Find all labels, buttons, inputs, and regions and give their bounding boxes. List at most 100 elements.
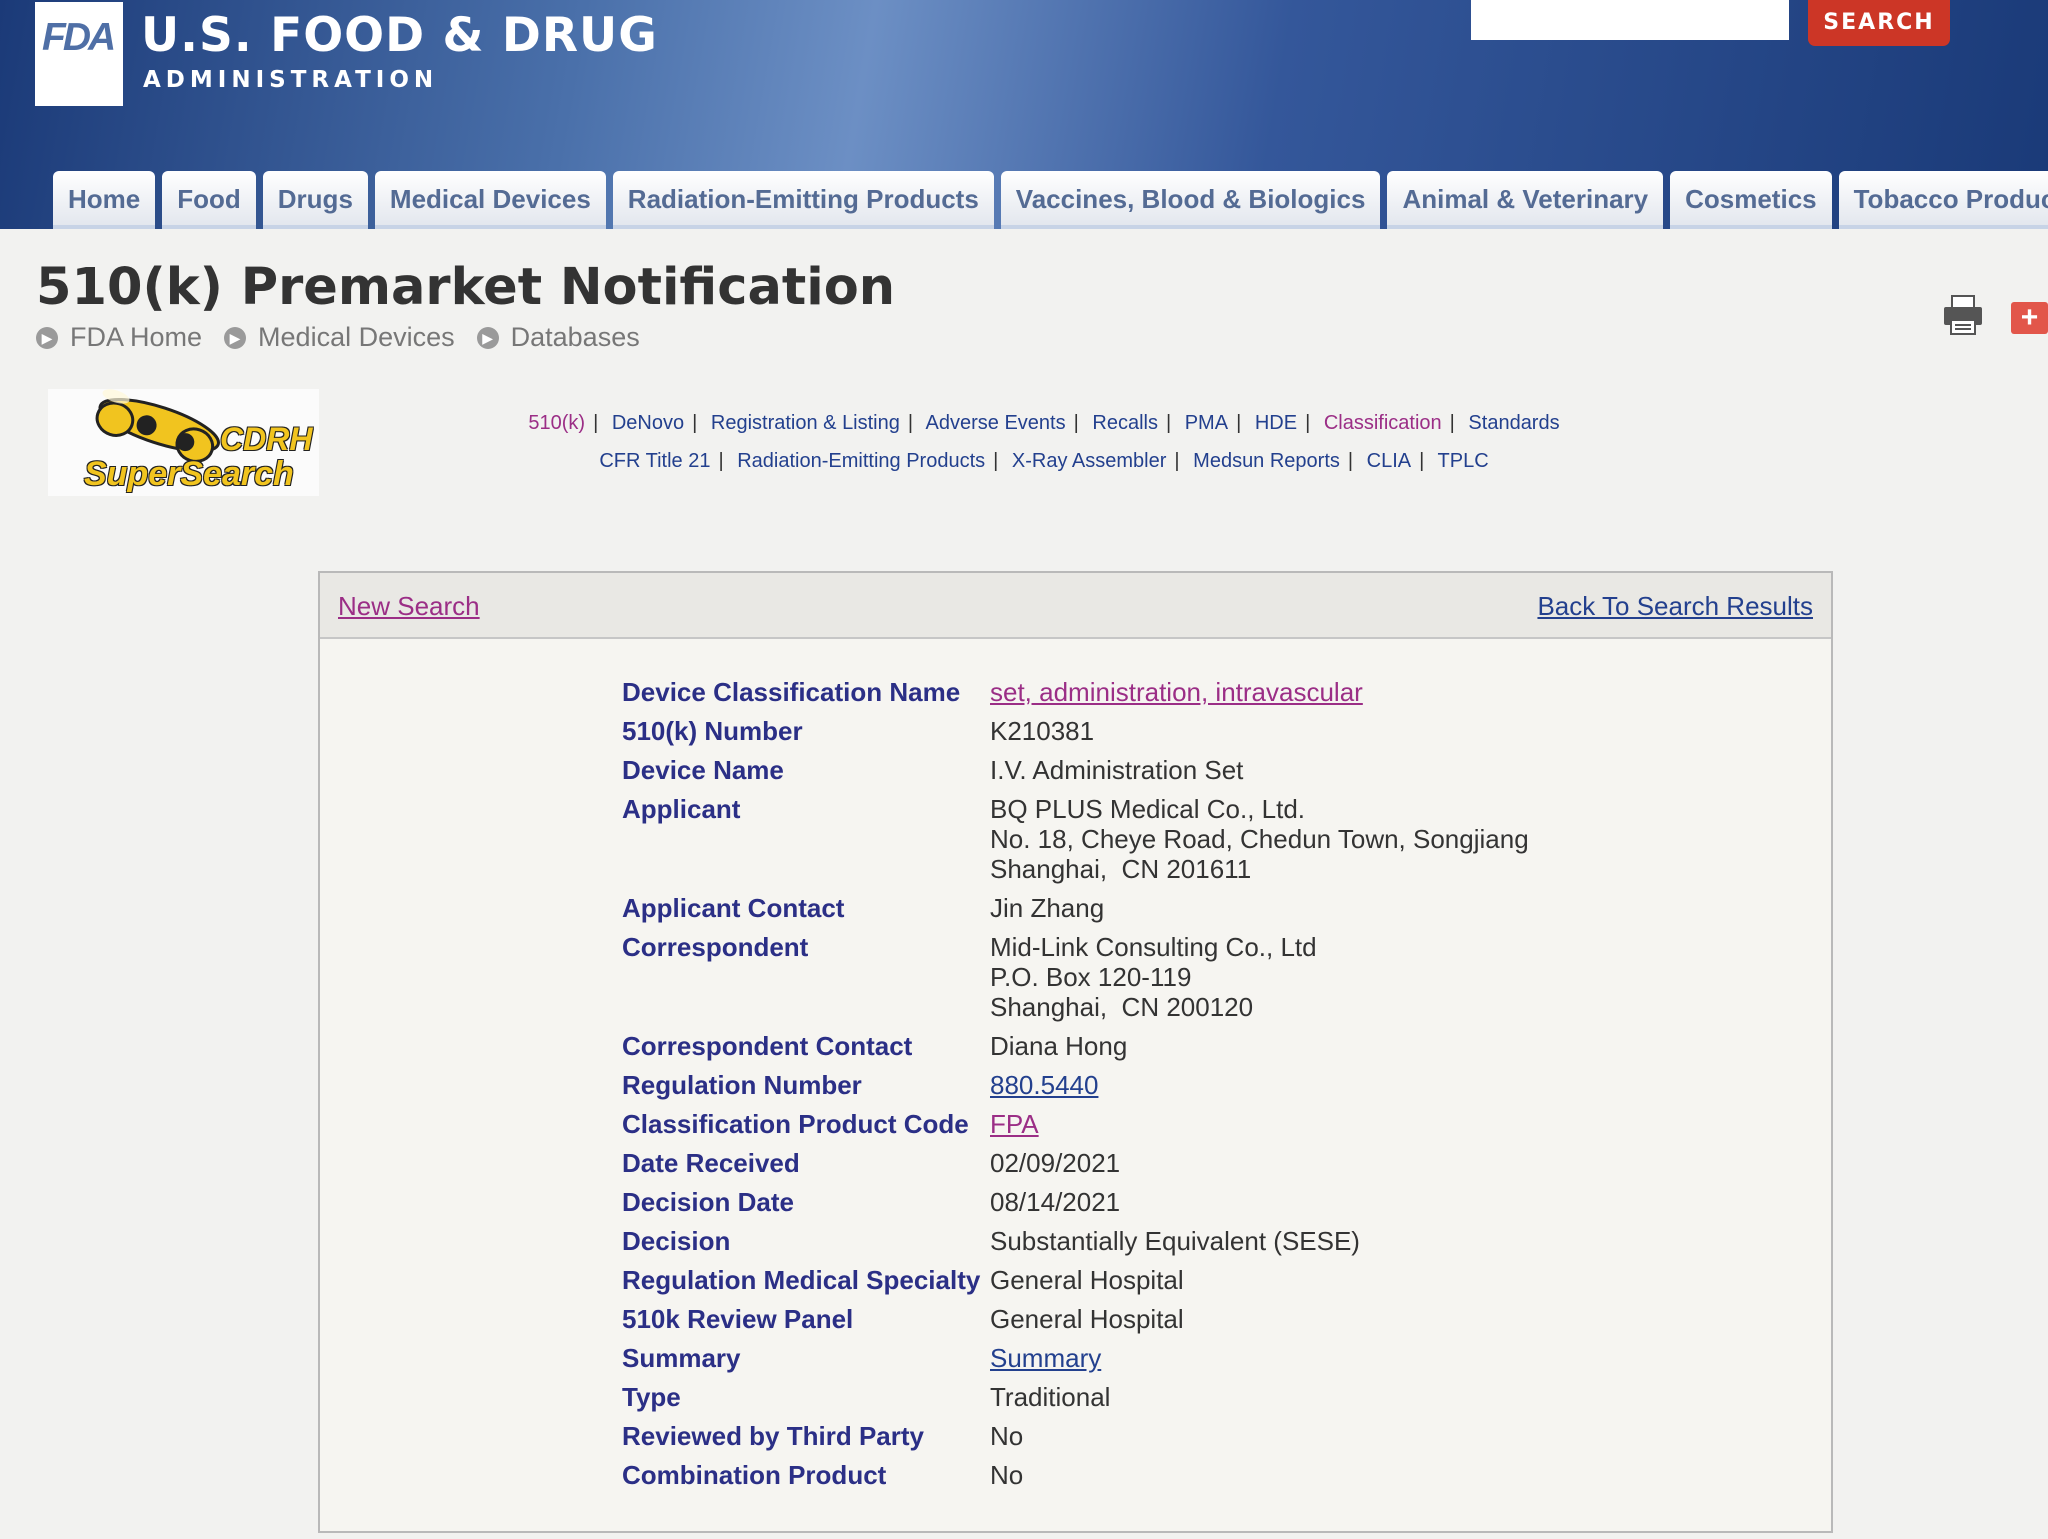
record-details: Device Classification Name set, administ… <box>622 677 1529 1499</box>
applicant-contact-value: Jin Zhang <box>990 893 1105 923</box>
db-link-standards[interactable]: Standards <box>1468 412 1559 434</box>
tab-radiation-emitting-products[interactable]: Radiation-Emitting Products <box>612 171 994 229</box>
separator: | <box>907 412 914 434</box>
fda-logo[interactable]: FDA <box>35 2 123 106</box>
separator: | <box>993 450 999 472</box>
applicant-line: BQ PLUS Medical Co., Ltd. <box>990 794 1306 824</box>
separator: | <box>1073 412 1079 434</box>
record-label: Applicant <box>622 794 741 824</box>
device-name-value: I.V. Administration Set <box>990 755 1244 785</box>
tab-food[interactable]: Food <box>162 171 256 229</box>
date-received-value: 02/09/2021 <box>990 1148 1121 1178</box>
tab-drugs[interactable]: Drugs <box>262 171 368 229</box>
separator: | <box>1236 412 1242 434</box>
applicant-value: BQ PLUS Medical Co., Ltd. No. 18, Cheye … <box>990 794 1529 884</box>
chevron-right-icon: ▶ <box>224 326 247 349</box>
record-label: Date Received <box>622 1148 800 1178</box>
record-label: Correspondent <box>622 932 809 962</box>
record-label: Reviewed by Third Party <box>622 1421 924 1451</box>
record-panel: New Search Back To Search Results Device… <box>318 571 1833 1533</box>
cdrh-supersearch-logo[interactable]: CDRH SuperSearch <box>48 389 319 496</box>
record-label: Device Name <box>622 755 784 785</box>
k-number-value: K210381 <box>990 716 1095 746</box>
record-row: Reviewed by Third Party No <box>622 1421 1529 1451</box>
record-row: Regulation Medical Specialty General Hos… <box>622 1265 1529 1295</box>
record-row: Summary Summary <box>622 1343 1529 1373</box>
db-link-clia[interactable]: CLIA <box>1367 450 1411 472</box>
separator: | <box>1165 412 1172 434</box>
record-label: Regulation Number <box>622 1070 862 1100</box>
correspondent-line: P.O. Box 120-119 <box>990 962 1192 992</box>
record-value: 880.5440 <box>990 1070 1098 1100</box>
search-button[interactable]: SEARCH <box>1808 0 1950 46</box>
separator: | <box>718 450 724 472</box>
db-link-radiation-emitting-products[interactable]: Radiation-Emitting Products <box>737 450 985 472</box>
db-link-denovo[interactable]: DeNovo <box>612 412 684 434</box>
tab-medical-devices[interactable]: Medical Devices <box>374 171 606 229</box>
tab-cosmetics[interactable]: Cosmetics <box>1670 171 1832 229</box>
db-link-hde[interactable]: HDE <box>1255 412 1297 434</box>
record-label: 510(k) Number <box>622 716 803 746</box>
record-value: set, administration, intravascular <box>990 677 1363 707</box>
db-link-recalls[interactable]: Recalls <box>1092 412 1158 434</box>
record-label: Summary <box>622 1343 741 1373</box>
db-link-cfr-title-21[interactable]: CFR Title 21 <box>599 450 710 472</box>
agency-name[interactable]: U.S. FOOD & DRUG <box>141 8 658 63</box>
correspondent-value: Mid-Link Consulting Co., Ltd P.O. Box 12… <box>990 932 1317 1022</box>
database-links-row2: CFR Title 21 | Radiation-Emitting Product… <box>0 450 2048 473</box>
db-link-tplc[interactable]: TPLC <box>1438 450 1489 472</box>
page-title: 510(k) Premarket Notification <box>36 258 896 317</box>
record-row: Applicant Contact Jin Zhang <box>622 893 1529 923</box>
correspondent-line: Mid-Link Consulting Co., Ltd <box>990 932 1317 962</box>
record-label: 510k Review Panel <box>622 1304 854 1334</box>
regulation-number-link[interactable]: 880.5440 <box>990 1070 1098 1100</box>
applicant-line: No. 18, Cheye Road, Chedun Town, Songjia… <box>990 824 1529 854</box>
back-to-search-results-link[interactable]: Back To Search Results <box>1537 591 1813 622</box>
tab-vaccines-blood-biologics[interactable]: Vaccines, Blood & Biologics <box>1000 171 1381 229</box>
summary-link[interactable]: Summary <box>990 1343 1101 1373</box>
tab-home[interactable]: Home <box>53 171 156 229</box>
tab-tobacco-products[interactable]: Tobacco Products <box>1838 171 2048 229</box>
record-label: Applicant Contact <box>622 893 845 923</box>
separator: | <box>692 412 698 434</box>
record-row: 510k Review Panel General Hospital <box>622 1304 1529 1334</box>
decision-date-value: 08/14/2021 <box>990 1187 1121 1217</box>
breadcrumb: ▶ FDA Home ▶ Medical Devices ▶ Databases <box>36 322 650 353</box>
separator: | <box>1449 412 1455 434</box>
fda-logo-text: FDA <box>42 16 116 59</box>
db-link-xray-assembler[interactable]: X-Ray Assembler <box>1012 450 1167 472</box>
search-input[interactable] <box>1471 0 1789 40</box>
breadcrumb-fda-home[interactable]: FDA Home <box>70 322 202 353</box>
tab-animal-veterinary[interactable]: Animal & Veterinary <box>1387 171 1664 229</box>
review-panel-value: General Hospital <box>990 1304 1184 1334</box>
record-label: Type <box>622 1382 681 1412</box>
record-row: Correspondent Contact Diana Hong <box>622 1031 1529 1061</box>
db-link-registration-listing[interactable]: Registration & Listing <box>711 412 900 434</box>
device-classification-link[interactable]: set, administration, intravascular <box>990 677 1363 707</box>
db-link-medsun-reports[interactable]: Medsun Reports <box>1193 450 1340 472</box>
share-plus-icon[interactable]: + <box>2011 302 2048 334</box>
breadcrumb-databases[interactable]: Databases <box>511 322 640 353</box>
record-label: Regulation Medical Specialty <box>622 1265 981 1295</box>
record-label: Device Classification Name <box>622 677 961 707</box>
record-row: 510(k) Number K210381 <box>622 716 1529 746</box>
main-nav: Home Food Drugs Medical Devices Radiatio… <box>53 171 2048 229</box>
record-row: Type Traditional <box>622 1382 1529 1412</box>
record-row: Date Received 02/09/2021 <box>622 1148 1529 1178</box>
product-code-link[interactable]: FPA <box>990 1109 1039 1139</box>
db-link-adverse-events[interactable]: Adverse Events <box>926 412 1066 434</box>
print-icon[interactable] <box>1942 294 1984 336</box>
separator: | <box>1347 450 1354 472</box>
record-value: Summary <box>990 1343 1101 1373</box>
record-row: Device Classification Name set, administ… <box>622 677 1529 707</box>
record-row: Applicant BQ PLUS Medical Co., Ltd. No. … <box>622 794 1529 884</box>
record-row: Regulation Number 880.5440 <box>622 1070 1529 1100</box>
type-value: Traditional <box>990 1382 1111 1412</box>
db-link-pma[interactable]: PMA <box>1185 412 1228 434</box>
db-link-510k[interactable]: 510(k) <box>528 412 585 434</box>
record-row: Combination Product No <box>622 1460 1529 1490</box>
new-search-link[interactable]: New Search <box>338 591 480 622</box>
breadcrumb-medical-devices[interactable]: Medical Devices <box>258 322 455 353</box>
record-label: Correspondent Contact <box>622 1031 913 1061</box>
db-link-classification[interactable]: Classification <box>1324 412 1442 434</box>
